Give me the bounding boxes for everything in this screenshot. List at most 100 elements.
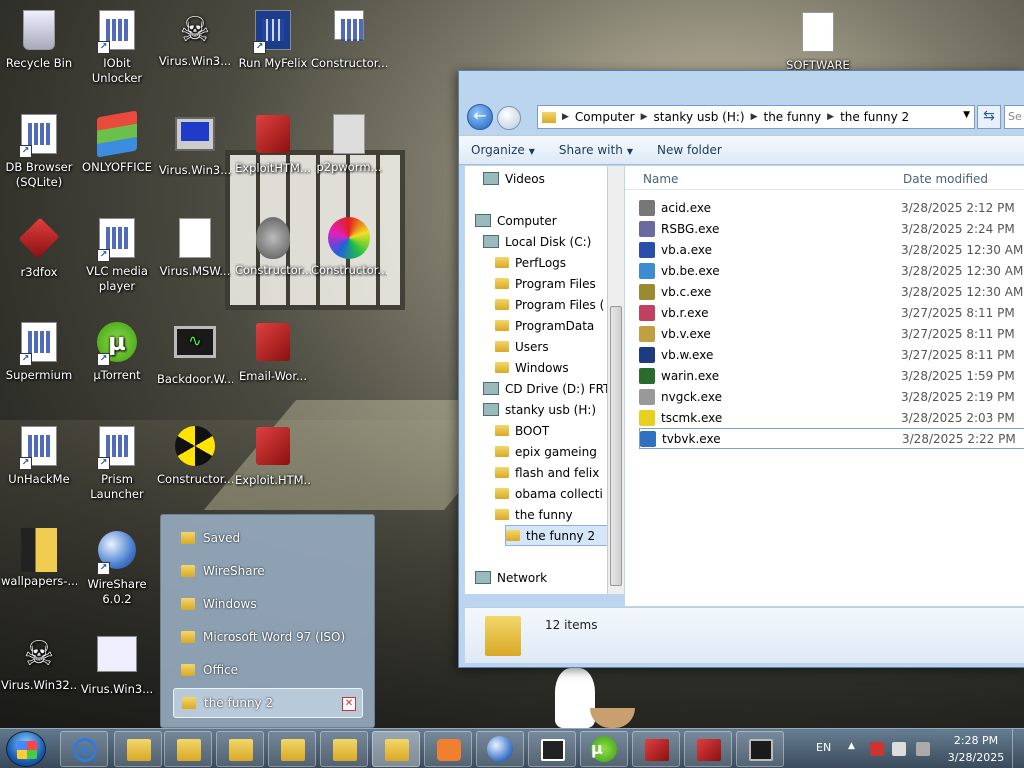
taskbar-globe-app[interactable]: [476, 731, 524, 767]
back-button[interactable]: ←: [467, 104, 493, 130]
taskbar-scope-app[interactable]: [736, 731, 784, 767]
navigation-pane[interactable]: Videos Computer Local Disk (C:) PerfLogs Pro…: [465, 166, 623, 594]
nav-item[interactable]: obama collecti: [495, 483, 623, 504]
taskbar-folder-2[interactable]: [164, 731, 212, 767]
desktop-icon-prism-launcher[interactable]: ↗ Prism Launcher: [79, 424, 155, 502]
network-icon[interactable]: [892, 742, 906, 756]
nav-item[interactable]: stanky usb (H:): [483, 399, 623, 420]
file-row[interactable]: vb.w.exe 3/27/2025 8:11 PM: [639, 344, 1024, 365]
volume-muted-icon[interactable]: [916, 742, 930, 756]
file-row[interactable]: tvbvk.exe 3/28/2025 2:22 PM: [639, 428, 1024, 449]
organize-button[interactable]: Organize ▼: [459, 143, 547, 157]
jump-list-item[interactable]: Windows: [173, 589, 363, 619]
column-date-modified[interactable]: Date modified: [903, 172, 988, 186]
nav-item[interactable]: Computer: [475, 210, 623, 231]
taskbar-cat-app[interactable]: [528, 731, 576, 767]
nav-item[interactable]: Users: [495, 336, 623, 357]
language-indicator[interactable]: EN: [816, 741, 831, 754]
desktop-icon-unhackme[interactable]: ↗ UnHackMe: [1, 424, 77, 487]
action-center-icon[interactable]: [870, 742, 884, 756]
nav-item[interactable]: the funny 2: [505, 525, 623, 546]
jump-list-item[interactable]: Saved: [173, 523, 363, 553]
desktop-icon-constructor-d[interactable]: Constructor...: [157, 424, 233, 487]
nav-item[interactable]: Windows: [495, 357, 623, 378]
jump-list-item[interactable]: Microsoft Word 97 (ISO): [173, 622, 363, 652]
taskbar-folder-5[interactable]: [320, 731, 368, 767]
nav-item[interactable]: ProgramData: [495, 315, 623, 336]
file-row[interactable]: warin.exe 3/28/2025 1:59 PM: [639, 365, 1024, 386]
file-row[interactable]: vb.c.exe 3/28/2025 12:30 AM: [639, 281, 1024, 302]
breadcrumb-the-funny-2[interactable]: the funny 2: [840, 110, 909, 124]
breadcrumb-the-funny[interactable]: the funny: [764, 110, 822, 124]
address-bar[interactable]: ▶ Computer ▶ stanky usb (H:) ▶ the funny…: [537, 105, 975, 129]
desktop-icon-db-browser[interactable]: ↗ DB Browser (SQLite): [1, 112, 77, 190]
file-list[interactable]: Name Date modified acid.exe 3/28/2025 2:1…: [625, 166, 1024, 606]
desktop-icon-wireshare[interactable]: ↗ WireShare 6.0.2: [79, 528, 155, 607]
file-row[interactable]: vb.a.exe 3/28/2025 12:30 AM: [639, 239, 1024, 260]
desktop-icon-exploit-htm-b[interactable]: Exploit.HTM...: [235, 424, 311, 488]
desktop-icon-run-myfelix[interactable]: ↗ Run MyFelix: [235, 8, 311, 71]
desktop-icon-onlyoffice[interactable]: ONLYOFFICE: [79, 110, 155, 175]
column-name[interactable]: Name: [643, 172, 678, 186]
file-row[interactable]: vb.v.exe 3/27/2025 8:11 PM: [639, 323, 1024, 344]
start-button[interactable]: [6, 731, 46, 767]
breadcrumb-usb[interactable]: stanky usb (H:): [654, 110, 745, 124]
desktop-icon-r3dfox[interactable]: r3dfox: [1, 216, 77, 280]
nav-item[interactable]: BOOT: [495, 420, 623, 441]
desktop-icon-virus-win32-c[interactable]: ☠ Virus.Win32...: [1, 632, 77, 693]
jump-list-item[interactable]: Office: [173, 655, 363, 685]
refresh-button[interactable]: ⇆: [977, 105, 1001, 129]
nav-item[interactable]: Videos: [483, 168, 623, 189]
file-row[interactable]: nvgck.exe 3/28/2025 2:19 PM: [639, 386, 1024, 407]
explorer-window[interactable]: ← ▶ Computer ▶ stanky usb (H:) ▶ the fun…: [458, 70, 1024, 668]
taskbar-media-player[interactable]: [424, 731, 472, 767]
desktop-icon-virus-msw[interactable]: Virus.MSW...: [157, 216, 233, 279]
taskbar-folder-1[interactable]: [114, 731, 162, 767]
new-folder-button[interactable]: New folder: [645, 143, 734, 157]
nav-item[interactable]: flash and felix: [495, 462, 623, 483]
file-row[interactable]: vb.r.exe 3/27/2025 8:11 PM: [639, 302, 1024, 323]
desktop-icon-email-worm[interactable]: Email-Wor...: [235, 320, 311, 384]
jump-list-item[interactable]: WireShare: [173, 556, 363, 586]
nav-item[interactable]: Network: [475, 567, 623, 588]
nav-item[interactable]: Program Files: [495, 273, 623, 294]
chevron-up-icon[interactable]: ▲: [848, 741, 855, 751]
desktop-icon-constructor-b[interactable]: Constructor...: [235, 216, 311, 278]
desktop-icon-recycle-bin[interactable]: Recycle Bin: [1, 8, 77, 71]
desktop-icon-virus-win32-a[interactable]: ☠ Virus.Win3...: [157, 8, 233, 69]
taskbar-red-app-2[interactable]: [684, 731, 732, 767]
show-desktop-button[interactable]: [1012, 729, 1024, 768]
desktop-icon-software[interactable]: SOFTWARE: [780, 10, 856, 73]
breadcrumb-computer[interactable]: Computer: [575, 110, 635, 124]
taskbar-red-app-1[interactable]: [632, 731, 680, 767]
taskbar-folder-4[interactable]: [268, 731, 316, 767]
taskbar-folder-6[interactable]: [372, 731, 420, 767]
desktop-icon-wallpapers[interactable]: wallpapers-...: [1, 528, 77, 589]
desktop-icon-backdoor[interactable]: ∿ Backdoor.W...: [157, 320, 233, 387]
nav-scrollbar-thumb[interactable]: [610, 306, 622, 586]
nav-item[interactable]: Local Disk (C:): [483, 231, 623, 252]
desktop-icon-supermium[interactable]: ↗ Supermium: [1, 320, 77, 383]
nav-item[interactable]: the funny: [495, 504, 623, 525]
taskbar-ie[interactable]: e: [60, 731, 108, 767]
file-row[interactable]: tscmk.exe 3/28/2025 2:03 PM: [639, 407, 1024, 428]
taskbar-utorrent[interactable]: µ: [580, 731, 628, 767]
nav-item[interactable]: epix gameing: [495, 441, 623, 462]
desktop-icon-virus-win32-d[interactable]: Virus.Win3...: [79, 632, 155, 697]
desktop-icon-virus-win32-b[interactable]: Virus.Win3...: [157, 112, 233, 178]
clock-date[interactable]: 3/28/2025: [946, 751, 1006, 764]
desktop-icon-constructor-a[interactable]: Constructor...: [311, 8, 387, 71]
desktop-icon-constructor-c[interactable]: Constructor...: [311, 216, 387, 278]
unpin-close-icon[interactable]: ✕: [342, 697, 356, 711]
desktop-icon-vlc[interactable]: ↗ VLC media player: [79, 216, 155, 294]
desktop-icon-utorrent[interactable]: µ ↗ µTorrent: [79, 320, 155, 383]
search-input[interactable]: Se: [1004, 105, 1024, 129]
desktop-icon-iobit-unlocker[interactable]: ↗ IObit Unlocker: [79, 8, 155, 86]
taskbar-folder-3[interactable]: [216, 731, 264, 767]
clock-time[interactable]: 2:28 PM: [946, 734, 1006, 747]
desktop-icon-exploit-htm-a[interactable]: ExploitHTM...: [235, 112, 311, 176]
file-row[interactable]: RSBG.exe 3/28/2025 2:24 PM: [639, 218, 1024, 239]
nav-item[interactable]: Program Files (: [495, 294, 623, 315]
share-with-button[interactable]: Share with ▼: [547, 143, 645, 157]
chevron-down-icon[interactable]: ▼: [963, 110, 970, 120]
